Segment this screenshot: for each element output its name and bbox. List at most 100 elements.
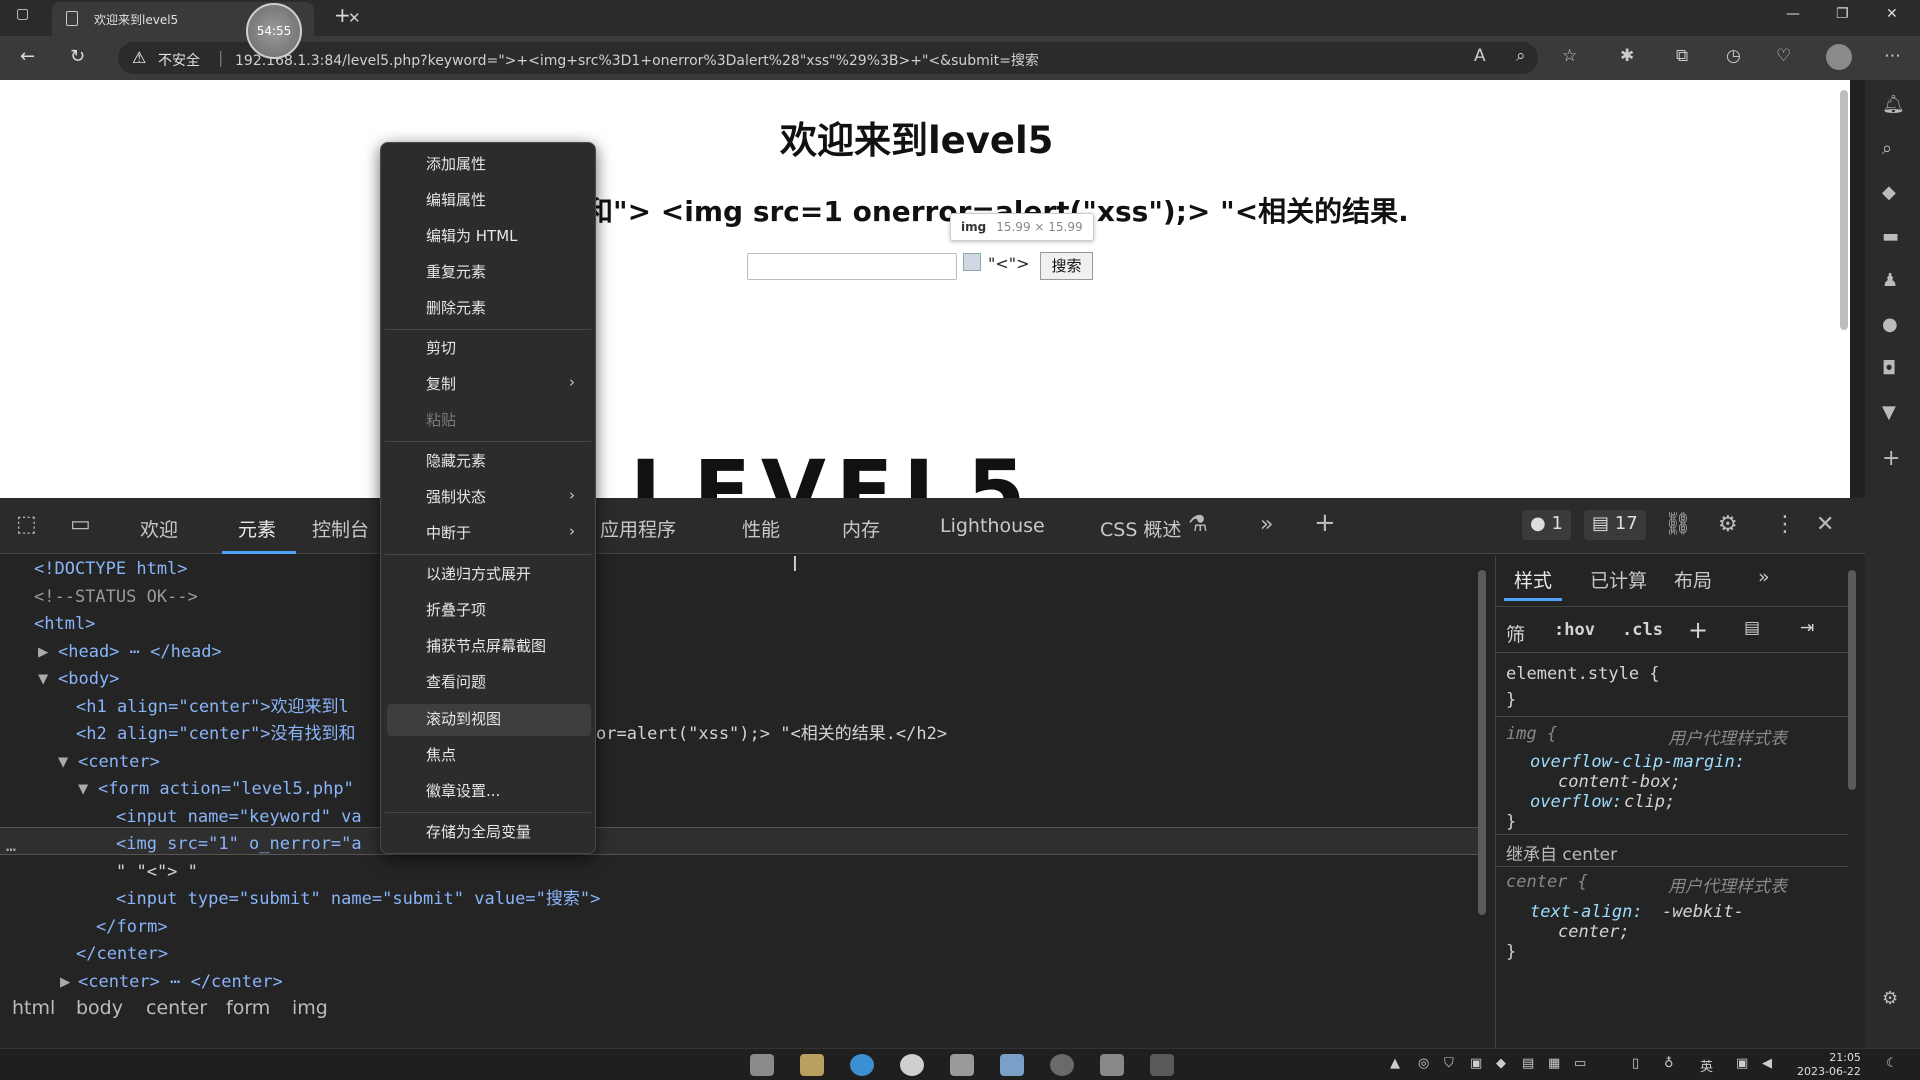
hov-toggle[interactable]: :hov [1554,620,1595,640]
tray-icon[interactable]: ▤ [1522,1056,1534,1071]
menu-item-scroll-into-view[interactable]: 滚动到视图 [426,708,501,729]
tab-console[interactable]: 控制台 [312,515,369,542]
menu-item-add-attribute[interactable]: 添加属性 [426,153,486,174]
center-selector[interactable]: center { [1506,872,1588,892]
zoom-icon[interactable]: ⌕ [1516,46,1526,66]
clock[interactable]: 21:05 2023-06-22 [1797,1051,1861,1079]
more-tabs-icon[interactable]: » [1758,566,1770,588]
img-selector[interactable]: img { [1506,724,1557,744]
toolbox-icon[interactable]: ▬ [1882,226,1899,247]
people-icon[interactable]: ♟ [1882,270,1898,291]
dom-line[interactable]: </center> [76,941,168,969]
profile-avatar[interactable] [1826,44,1852,70]
dom-line[interactable]: <head> ⋯ </head> [58,639,222,667]
breadcrumb-form[interactable]: form [226,997,270,1019]
settings-icon[interactable]: ⚙ [1718,512,1738,537]
tray-icon[interactable]: ▭ [1574,1056,1586,1071]
start-icon[interactable] [750,1054,774,1076]
paint-icon[interactable]: ▤ [1744,618,1760,638]
messages-badge[interactable]: ▤ 17 [1584,510,1646,540]
breadcrumb-body[interactable]: body [76,997,123,1019]
menu-item-break-on[interactable]: 中断于 [426,522,471,543]
elements-scrollbar[interactable] [1478,570,1486,915]
cls-toggle[interactable]: .cls [1622,620,1663,640]
inspect-element-icon[interactable]: ⬚ [16,512,37,537]
breadcrumb-img[interactable]: img [292,997,328,1019]
menu-item-store-as-global[interactable]: 存储为全局变量 [426,821,531,842]
notification-icon[interactable]: ☾ [1886,1056,1898,1071]
games-icon[interactable]: ● [1882,314,1898,335]
security-label[interactable]: 不安全 [158,50,200,70]
menu-item-edit-as-html[interactable]: 编辑为 HTML [426,225,518,246]
breadcrumb-center[interactable]: center [146,997,207,1019]
tab-lighthouse[interactable]: Lighthouse [940,515,1045,537]
tab-memory[interactable]: 内存 [842,515,880,542]
expand-arrow-icon[interactable]: ▶ [38,639,48,667]
dom-line[interactable]: <form action="level5.php" [98,776,354,804]
phone-icon[interactable]: ▯ [1632,1056,1639,1071]
dom-line[interactable]: <html> [34,611,95,639]
volume-icon[interactable]: ◀ [1762,1056,1772,1071]
back-icon[interactable]: ← [20,46,35,67]
refresh-icon[interactable]: ↻ [70,46,85,67]
microphone-icon[interactable]: ♁ [1664,1056,1674,1071]
new-rule-icon[interactable]: + [1688,616,1708,644]
menu-item-focus[interactable]: 焦点 [426,744,456,765]
restore-icon[interactable]: ❐ [1836,6,1849,22]
tray-icon[interactable]: ▲ [1390,1056,1400,1071]
row-menu-icon[interactable]: ⋯ [6,837,16,865]
collapse-arrow-icon[interactable]: ▼ [58,749,68,777]
menu-item-duplicate-element[interactable]: 重复元素 [426,261,486,282]
chrome-icon[interactable] [900,1054,924,1076]
more-tabs-icon[interactable]: » [1260,512,1273,537]
file-explorer-icon[interactable] [800,1054,824,1076]
input-language[interactable]: 英 [1700,1056,1713,1075]
tab-elements[interactable]: 元素 [238,515,276,542]
dom-line[interactable]: <img src="1" o_nerror="a [116,831,362,859]
dom-line[interactable]: <body> [58,666,119,694]
tray-icon[interactable]: ▣ [1470,1056,1482,1071]
dom-line[interactable]: or=alert("xss");> "<相关的结果.</h2> [596,721,947,749]
dom-line[interactable]: </form> [96,914,168,942]
shopping-icon[interactable]: ▼ [1882,402,1896,423]
edge-icon[interactable] [850,1054,874,1076]
tag-icon[interactable]: ◆ [1882,182,1896,203]
css-value[interactable]: content-box; [1558,772,1681,792]
dom-line[interactable]: <h1 align="center">欢迎来到l [76,694,349,722]
dom-line[interactable]: <input type="submit" name="submit" value… [116,886,600,914]
menu-item-copy[interactable]: 复制 [426,373,456,394]
css-property[interactable]: overflow: [1530,792,1622,812]
settings-icon[interactable]: ⚙ [1882,988,1898,1009]
tab-performance[interactable]: 性能 [742,515,780,542]
read-aloud-icon[interactable]: A [1474,46,1486,66]
tab-styles[interactable]: 样式 [1514,566,1552,593]
tab-computed[interactable]: 已计算 [1590,566,1647,593]
tab-layout[interactable]: 布局 [1674,566,1712,593]
steam-icon[interactable] [1050,1054,1074,1076]
css-property[interactable]: overflow-clip-margin: [1530,752,1745,772]
collapse-arrow-icon[interactable]: ▼ [78,776,88,804]
app-icon[interactable] [1100,1054,1124,1076]
styles-scrollbar[interactable] [1848,570,1856,790]
collapse-arrow-icon[interactable]: ▼ [38,666,48,694]
add-icon[interactable]: + [1882,446,1900,471]
menu-item-collapse-children[interactable]: 折叠子项 [426,599,486,620]
sidebar-toggle-icon[interactable]: ⇥ [1800,618,1814,638]
filter-input[interactable]: 筛 [1506,620,1525,647]
css-value[interactable]: -webkit- [1662,902,1744,922]
menu-item-delete-element[interactable]: 删除元素 [426,297,486,318]
close-devtools-icon[interactable]: ✕ [1816,512,1834,537]
outlook-icon[interactable]: ◘ [1882,358,1896,379]
more-menu-icon[interactable]: ⋯ [1884,46,1901,66]
photos-icon[interactable] [1000,1054,1024,1076]
search-button[interactable]: 搜索 [1040,252,1093,280]
css-value[interactable]: clip; [1624,792,1675,812]
menu-item-force-state[interactable]: 强制状态 [426,486,486,507]
app-icon[interactable] [950,1054,974,1076]
menu-item-hide-element[interactable]: 隐藏元素 [426,450,486,471]
connect-icon[interactable]: ⛓ [1664,512,1692,537]
tab-welcome[interactable]: 欢迎 [140,515,178,542]
close-window-icon[interactable]: ✕ [1886,6,1898,22]
menu-item-view-issues[interactable]: 查看问题 [426,671,486,692]
favorite-star-icon[interactable]: ☆ [1562,46,1577,66]
